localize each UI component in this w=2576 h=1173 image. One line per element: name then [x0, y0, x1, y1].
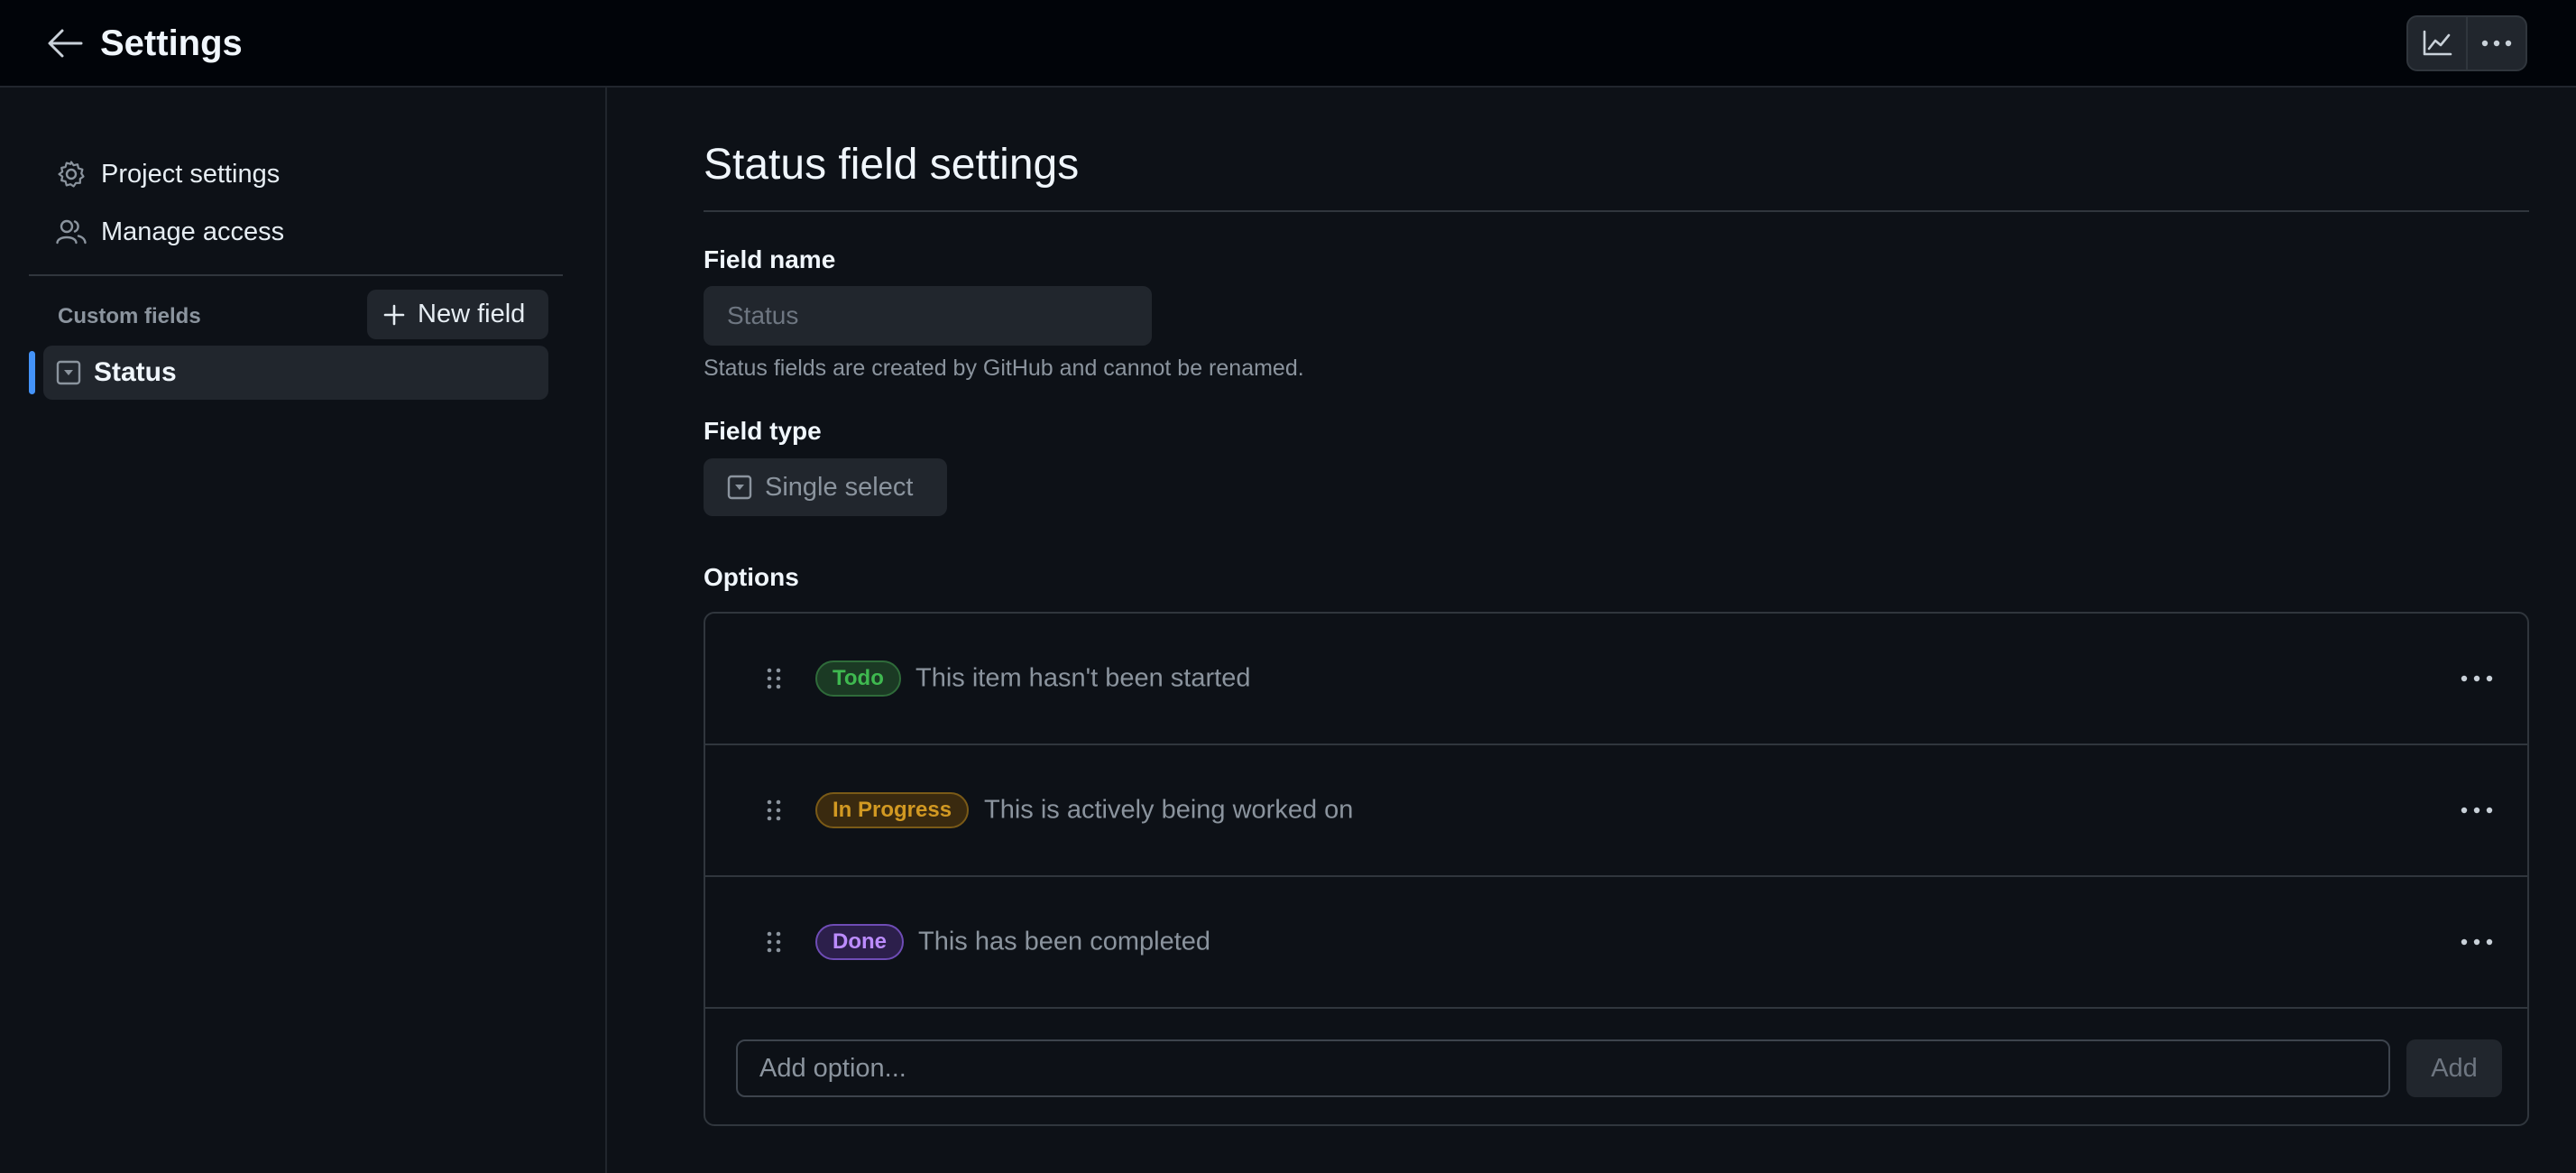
field-name-input: Status — [704, 286, 1152, 346]
field-name-hint: Status fields are created by GitHub and … — [704, 356, 1304, 381]
header-actions — [2406, 15, 2527, 71]
field-type-display: Single select — [704, 458, 947, 516]
option-row-todo: Todo This item hasn't been started — [705, 614, 2527, 745]
back-button[interactable] — [45, 25, 85, 61]
sidebar-item-label: Status — [94, 357, 177, 387]
option-description: This is actively being worked on — [984, 795, 1354, 825]
arrow-left-icon — [48, 29, 83, 58]
new-field-button[interactable]: New field — [367, 290, 548, 339]
options-label: Options — [704, 563, 799, 591]
plus-icon — [383, 304, 405, 325]
option-badge: Todo — [815, 660, 901, 697]
option-description: This item hasn't been started — [915, 663, 1251, 693]
field-type-value: Single select — [765, 472, 914, 502]
sidebar-divider — [29, 274, 563, 276]
sidebar-item-manage-access[interactable]: Manage access — [54, 207, 559, 257]
option-menu-button[interactable] — [2455, 662, 2498, 695]
top-header: Settings — [0, 0, 2576, 88]
grabber-icon[interactable] — [765, 799, 783, 822]
active-indicator — [29, 351, 35, 394]
sidebar-item-label: Manage access — [101, 217, 285, 246]
single-select-icon — [727, 475, 752, 500]
page-title: Settings — [100, 23, 243, 63]
option-menu-button[interactable] — [2455, 926, 2498, 958]
grabber-icon[interactable] — [765, 930, 783, 954]
custom-fields-heading: Custom fields — [58, 304, 201, 328]
kebab-horizontal-icon — [2461, 938, 2493, 946]
grabber-icon[interactable] — [765, 667, 783, 690]
kebab-horizontal-icon — [2461, 675, 2493, 682]
sidebar-item-label: Project settings — [101, 159, 281, 189]
option-row-done: Done This has been completed — [705, 877, 2527, 1009]
gear-icon — [54, 157, 88, 191]
new-field-label: New field — [418, 300, 526, 328]
sidebar-item-status[interactable]: Status — [43, 346, 548, 400]
sidebar-item-project-settings[interactable]: Project settings — [54, 149, 559, 199]
single-select-icon — [56, 360, 81, 385]
option-row-in-progress: In Progress This is actively being worke… — [705, 745, 2527, 877]
people-icon — [54, 215, 88, 249]
sidebar: Project settings Manage access Custom fi… — [0, 88, 607, 1173]
option-menu-button[interactable] — [2455, 794, 2498, 827]
option-badge: In Progress — [815, 792, 970, 828]
kebab-horizontal-icon — [2461, 807, 2493, 814]
field-name-value: Status — [727, 301, 799, 329]
add-option-button[interactable]: Add — [2406, 1039, 2502, 1097]
title-divider — [704, 210, 2529, 212]
insights-button[interactable] — [2408, 17, 2466, 69]
kebab-horizontal-icon — [2481, 40, 2512, 47]
more-options-button[interactable] — [2466, 17, 2525, 69]
add-option-input[interactable] — [736, 1039, 2390, 1097]
options-list: Todo This item hasn't been started In Pr… — [704, 612, 2529, 1126]
field-type-label: Field type — [704, 417, 822, 445]
field-name-label: Field name — [704, 245, 836, 273]
option-description: This has been completed — [918, 927, 1211, 956]
section-title: Status field settings — [704, 141, 1080, 189]
graph-icon — [2423, 30, 2452, 56]
option-badge: Done — [815, 924, 904, 960]
